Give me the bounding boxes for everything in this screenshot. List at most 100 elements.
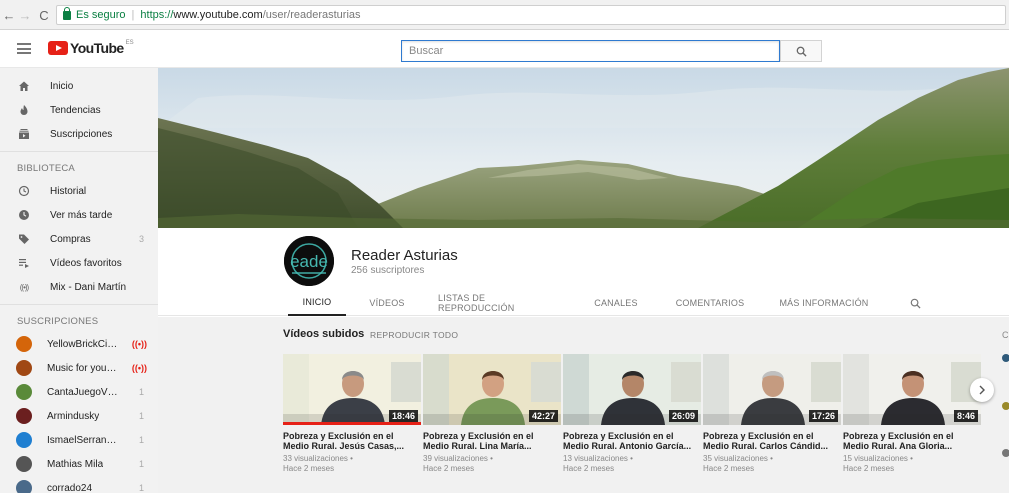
- forward-icon[interactable]: →: [16, 6, 34, 24]
- video-thumbnail[interactable]: 18:46: [283, 354, 421, 425]
- sidebar-item-watch-later[interactable]: Ver más tarde: [0, 203, 158, 227]
- playlist-icon: [17, 256, 31, 270]
- tab-channels[interactable]: CANALES: [594, 290, 638, 316]
- sidebar-item-mix[interactable]: ((•)) Mix - Dani Martín: [0, 275, 158, 299]
- search-input[interactable]: Buscar: [401, 40, 780, 62]
- sidebar-item-label: Mix - Dani Martín: [50, 281, 127, 293]
- sidebar-item-label: Compras: [50, 233, 91, 245]
- channel-avatar-icon: [16, 480, 32, 493]
- video-thumbnail[interactable]: 26:09: [563, 354, 701, 425]
- video-duration: 26:09: [668, 410, 698, 422]
- sidebar-item-home[interactable]: Inicio: [0, 74, 158, 98]
- channel-banner: [158, 68, 1009, 228]
- sidebar-subscription-item[interactable]: Mathias Mila 1: [0, 452, 158, 476]
- sidebar-item-purchases[interactable]: Compras 3: [0, 227, 158, 251]
- play-logo-icon: [48, 41, 68, 55]
- video-thumbnail[interactable]: 17:26: [703, 354, 841, 425]
- video-age: Hace 2 meses: [563, 464, 615, 473]
- sidebar-item-favorites[interactable]: Vídeos favoritos: [0, 251, 158, 275]
- subscriptions-icon: [17, 127, 31, 141]
- video-title[interactable]: Pobreza y Exclusión en el Medio Rural. L…: [423, 431, 561, 451]
- sidebar-section-subscriptions: SUSCRIPCIONES: [17, 315, 99, 327]
- play-all-link[interactable]: REPRODUCIR TODO: [370, 330, 458, 340]
- video-age: Hace 2 meses: [703, 464, 755, 473]
- tab-about[interactable]: MÁS INFORMACIÓN: [779, 290, 869, 316]
- sidebar-subscription-item[interactable]: Music for your ... ((•)): [0, 356, 158, 380]
- url-scheme: https://: [140, 9, 174, 21]
- sidebar-subscription-item[interactable]: Armindusky 1: [0, 404, 158, 428]
- channel-logo-image: eade: [284, 236, 334, 286]
- sidebar-item-count: 3: [138, 234, 144, 244]
- sidebar-subscription-item[interactable]: CantaJuegoVEVO 1: [0, 380, 158, 404]
- sidebar-item-label: IsmaelSerranoV...: [47, 434, 119, 446]
- shelf-next-button[interactable]: [970, 378, 994, 402]
- right-avatar: [1002, 402, 1009, 410]
- channel-avatar-icon: [16, 336, 32, 352]
- sidebar-item-label: YellowBrickCin...: [47, 338, 119, 350]
- radio-icon: ((•)): [19, 282, 29, 292]
- sidebar-item-label: Armindusky: [47, 410, 100, 422]
- video-thumbnail[interactable]: 8:46: [843, 354, 981, 425]
- video-card[interactable]: 8:46 Pobreza y Exclusión en el Medio Rura…: [843, 354, 981, 474]
- sidebar-section-library: BIBLIOTECA: [17, 162, 75, 174]
- channel-avatar-icon: [16, 360, 32, 376]
- sidebar: Inicio Tendencias Suscripciones BIBLIOTE…: [0, 68, 158, 493]
- sidebar-subscription-item[interactable]: corrado24 1: [0, 476, 158, 493]
- tab-playlists[interactable]: LISTAS DE REPRODUCCIÓN: [438, 290, 556, 316]
- sidebar-subscription-item[interactable]: YellowBrickCin... ((•)): [0, 332, 158, 356]
- tab-videos[interactable]: VÍDEOS: [366, 290, 408, 316]
- tab-comments[interactable]: COMENTARIOS: [676, 290, 744, 316]
- channel-avatar-icon: [16, 408, 32, 424]
- video-card[interactable]: 18:46 Pobreza y Exclusión en el Medio Rur…: [283, 354, 421, 474]
- uploads-section: Vídeos subidos REPRODUCIR TODO 18:46 Pobr…: [158, 317, 1009, 493]
- tab-inicio[interactable]: INICIO: [288, 290, 346, 316]
- sidebar-item-trending[interactable]: Tendencias: [0, 98, 158, 122]
- video-age: Hace 2 meses: [843, 464, 895, 473]
- video-duration: 17:26: [808, 410, 838, 422]
- browser-address-bar: ← → C Es seguro | https:// www.youtube.c…: [0, 0, 1009, 30]
- history-icon: [17, 184, 31, 198]
- menu-icon[interactable]: [17, 43, 31, 54]
- new-videos-count: 1: [138, 483, 144, 493]
- sidebar-divider: [0, 304, 158, 305]
- video-title[interactable]: Pobreza y Exclusión en el Medio Rural. C…: [703, 431, 841, 451]
- search-icon: [796, 46, 807, 57]
- video-duration: 42:27: [528, 410, 558, 422]
- banner-landscape-image: [158, 68, 1009, 228]
- video-age: Hace 2 meses: [423, 464, 475, 473]
- url-separator: |: [131, 9, 135, 21]
- channel-search-button[interactable]: [905, 290, 925, 316]
- video-title[interactable]: Pobreza y Exclusión en el Medio Rural. A…: [843, 431, 981, 451]
- video-views: 35 visualizaciones •: [703, 454, 773, 463]
- sidebar-item-history[interactable]: Historial: [0, 179, 158, 203]
- live-badge: ((•)): [131, 339, 147, 349]
- video-card[interactable]: 17:26 Pobreza y Exclusión en el Medio Rur…: [703, 354, 841, 474]
- home-icon: [17, 79, 31, 93]
- video-duration: 18:46: [388, 410, 418, 422]
- video-thumbnail[interactable]: 42:27: [423, 354, 561, 425]
- video-card[interactable]: 26:09 Pobreza y Exclusión en el Medio Rur…: [563, 354, 701, 474]
- video-views: 39 visualizaciones •: [423, 454, 493, 463]
- video-card[interactable]: 42:27 Pobreza y Exclusión en el Medio Rur…: [423, 354, 561, 474]
- subscriber-count: 256 suscriptores: [351, 265, 425, 276]
- url-field[interactable]: Es seguro | https:// www.youtube.com /us…: [56, 5, 1006, 25]
- sidebar-item-label: Ver más tarde: [50, 209, 113, 221]
- new-videos-count: 1: [138, 459, 144, 469]
- sidebar-item-label: Music for your ...: [47, 362, 119, 374]
- secure-label: Es seguro: [76, 9, 126, 21]
- sidebar-subscription-item[interactable]: IsmaelSerranoV... 1: [0, 428, 158, 452]
- chevron-right-icon: [979, 385, 985, 395]
- live-badge: ((•)): [131, 363, 147, 373]
- sidebar-item-label: CantaJuegoVEVO: [47, 386, 119, 398]
- video-age: Hace 2 meses: [283, 464, 335, 473]
- sidebar-item-subscriptions[interactable]: Suscripciones: [0, 122, 158, 146]
- video-title[interactable]: Pobreza y Exclusión en el Medio Rural. A…: [563, 431, 701, 451]
- video-title[interactable]: Pobreza y Exclusión en el Medio Rural. J…: [283, 431, 421, 451]
- sidebar-item-label: Suscripciones: [50, 128, 113, 140]
- youtube-logo[interactable]: YouTube ES: [48, 40, 134, 55]
- channel-avatar[interactable]: eade: [284, 236, 334, 286]
- channel-tabs: INICIO VÍDEOS LISTAS DE REPRODUCCIÓN CAN…: [288, 290, 925, 316]
- search-button[interactable]: [780, 40, 822, 62]
- reload-icon[interactable]: C: [35, 6, 53, 24]
- channel-avatar-icon: [16, 456, 32, 472]
